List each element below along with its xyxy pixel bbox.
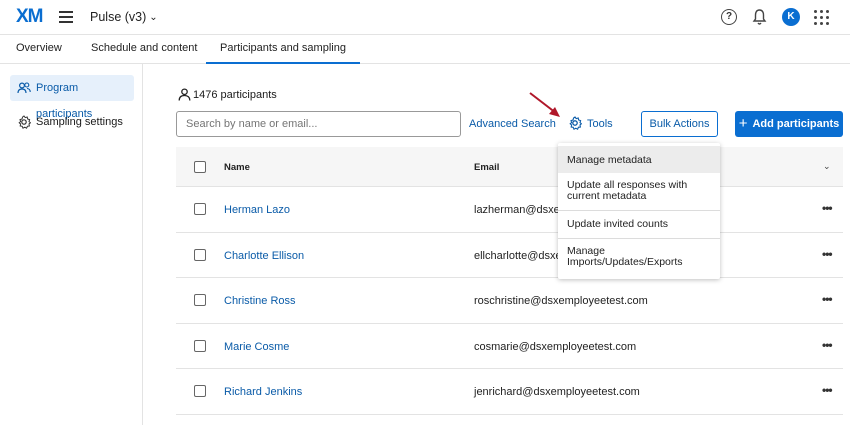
menu-divider — [558, 238, 720, 239]
menu-item-update-invited-counts[interactable]: Update invited counts — [558, 219, 720, 230]
row-actions-icon[interactable]: ••• — [822, 201, 833, 215]
participants-icon — [17, 82, 31, 94]
row-checkbox[interactable] — [194, 203, 206, 215]
row-actions-icon[interactable]: ••• — [822, 292, 833, 306]
row-checkbox[interactable] — [194, 339, 206, 352]
row-checkbox[interactable] — [194, 248, 206, 261]
tab-bar: Overview Schedule and content Participan… — [0, 35, 850, 64]
annotation-arrow-icon — [529, 92, 560, 117]
participant-name-link[interactable]: Christine Ross — [224, 295, 296, 307]
sidebar-item-label: Sampling settings — [36, 116, 123, 128]
apps-grid-icon[interactable] — [814, 10, 829, 25]
participant-count: 1476 participants — [178, 88, 277, 101]
participant-name-link[interactable]: Herman Lazo — [224, 204, 290, 216]
add-participants-label: Add participants — [752, 118, 840, 130]
participants-table: Name Email ⌄ Herman Lazo lazherman@dsxem… — [176, 147, 843, 415]
participant-count-text: 1476 participants — [193, 89, 277, 101]
help-icon[interactable]: ? — [721, 9, 737, 25]
gear-icon — [569, 116, 583, 130]
table-row: Herman Lazo lazherman@dsxem ••• — [176, 187, 843, 233]
participant-name-link[interactable]: Charlotte Ellison — [224, 250, 304, 262]
participant-email: cosmarie@dsxemployeetest.com — [474, 340, 637, 353]
tools-button[interactable]: Tools — [568, 116, 613, 130]
sidebar-item-program-participants[interactable]: Program participants — [10, 75, 134, 120]
bulk-actions-button[interactable]: Bulk Actions — [641, 111, 718, 137]
menu-item-manage-imports[interactable]: Manage Imports/Updates/Exports — [558, 246, 720, 268]
tools-dropdown-menu: Manage metadata Update all responses wit… — [558, 143, 720, 279]
chevron-down-icon: ⌄ — [149, 12, 158, 23]
participant-email: roschristine@dsxemployeetest.com — [474, 295, 648, 307]
project-name: Pulse (v3) — [90, 10, 147, 24]
participant-name-link[interactable]: Marie Cosme — [224, 341, 289, 353]
tab-overview[interactable]: Overview — [16, 42, 62, 54]
add-participants-button[interactable]: + Add participants — [735, 111, 843, 137]
row-checkbox[interactable] — [194, 294, 206, 306]
hamburger-menu-icon[interactable] — [59, 11, 73, 23]
tab-participants-and-sampling[interactable]: Participants and sampling — [206, 42, 360, 64]
column-header-email[interactable]: Email — [474, 162, 499, 173]
table-row: Christine Ross roschristine@dsxemployeet… — [176, 278, 843, 324]
bell-icon[interactable] — [752, 8, 767, 26]
person-icon — [178, 88, 191, 101]
table-header: Name Email ⌄ — [176, 147, 843, 187]
top-bar: XM Pulse (v3) ⌄ ? K — [0, 0, 850, 35]
participant-name-link[interactable]: Richard Jenkins — [224, 386, 302, 398]
search-input[interactable] — [176, 111, 461, 137]
participant-email: jenrichard@dsxemployeetest.com — [474, 386, 640, 398]
project-switcher[interactable]: Pulse (v3) ⌄ — [90, 10, 158, 24]
column-header-name[interactable]: Name — [224, 162, 250, 173]
participant-email: ellcharlotte@dsxem — [474, 249, 571, 262]
plus-icon: + — [738, 115, 748, 132]
chevron-down-icon[interactable]: ⌄ — [823, 161, 831, 172]
tab-schedule-and-content[interactable]: Schedule and content — [91, 42, 197, 54]
sidebar: Program participants Sampling settings — [0, 64, 143, 425]
row-checkbox[interactable] — [194, 385, 206, 397]
participant-email: lazherman@dsxem — [474, 204, 569, 216]
table-row: Richard Jenkins jenrichard@dsxemployeete… — [176, 369, 843, 415]
table-row: Charlotte Ellison ellcharlotte@dsxem ••• — [176, 233, 843, 278]
avatar[interactable]: K — [782, 8, 800, 26]
select-all-checkbox[interactable] — [194, 161, 206, 173]
row-actions-icon[interactable]: ••• — [822, 338, 833, 352]
table-row: Marie Cosme cosmarie@dsxemployeetest.com… — [176, 324, 843, 369]
row-actions-icon[interactable]: ••• — [822, 383, 833, 397]
menu-item-manage-metadata[interactable]: Manage metadata — [558, 146, 720, 173]
menu-item-update-all-responses[interactable]: Update all responses with current metada… — [558, 180, 720, 202]
gear-icon — [18, 115, 31, 129]
tools-label: Tools — [587, 118, 613, 130]
row-actions-icon[interactable]: ••• — [822, 247, 833, 261]
menu-divider — [558, 210, 720, 211]
sidebar-item-sampling-settings[interactable]: Sampling settings — [10, 109, 134, 135]
xm-logo[interactable]: XM — [16, 6, 43, 28]
